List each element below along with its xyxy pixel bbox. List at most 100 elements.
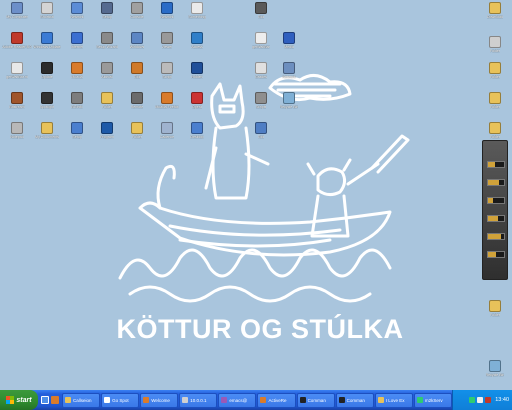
desktop-icon[interactable]: Recycle Bin — [480, 360, 510, 390]
desktop-icon[interactable]: Folder — [92, 92, 122, 124]
desktop-icon-label: Folder — [131, 135, 143, 139]
app-icon — [161, 92, 173, 104]
task-button[interactable]: Go Spot — [101, 392, 140, 408]
desktop-icon-label: Setup Wizard — [96, 45, 118, 49]
desktop-icon-label: Spotlight — [40, 105, 54, 109]
desktop-icon[interactable]: Aktivist — [92, 62, 122, 94]
desktop-icon[interactable]: Program — [92, 122, 122, 154]
desktop-icon[interactable]: Adobe Reader 8.0 — [2, 32, 32, 64]
desktop-icon[interactable]: Spotlight — [32, 92, 62, 124]
app-icon — [255, 2, 267, 14]
desktop-icon[interactable]: Network — [274, 62, 304, 94]
task-label: m2kServ — [424, 397, 443, 403]
app-icon — [191, 62, 203, 74]
desktop-icon[interactable]: Setup — [62, 122, 92, 154]
app-icon — [191, 92, 203, 104]
desktop-icon-label: Recycle Bin — [485, 373, 505, 377]
task-app-icon — [338, 397, 345, 403]
desktop-icon-label: Update — [41, 75, 53, 79]
network-icon[interactable] — [469, 397, 476, 403]
task-button[interactable]: m2kServ — [413, 392, 452, 408]
desktop-icon[interactable]: Folder — [480, 300, 510, 332]
task-button[interactable]: Welcome — [140, 392, 179, 408]
security-icon[interactable] — [485, 397, 492, 403]
desktop-icon[interactable]: Update — [32, 62, 62, 94]
desktop-icon-label: getWaitBar — [252, 45, 270, 49]
desktop-icon-label: Tool — [257, 15, 265, 19]
show-desktop-icon[interactable] — [41, 396, 49, 404]
desktop-icon[interactable]: Grades — [246, 62, 276, 94]
desktop-icon[interactable]: Tool — [246, 122, 276, 154]
desktop-icon[interactable]: Bitstream — [2, 92, 32, 124]
desktop-icon[interactable]: Download — [480, 2, 510, 34]
desktop-icon[interactable]: Access — [182, 32, 212, 64]
task-button[interactable]: Comman — [296, 392, 335, 408]
sidebar-gadget[interactable] — [482, 140, 508, 280]
app-icon — [41, 62, 53, 74]
task-app-icon — [299, 397, 306, 403]
gadget-meter — [487, 215, 505, 222]
task-button[interactable]: ActiveRe — [257, 392, 296, 408]
task-button[interactable]: I Love Ex — [374, 392, 413, 408]
desktop-icon[interactable]: Console — [122, 2, 152, 34]
app-icon — [41, 32, 53, 44]
desktop-icon[interactable]: My Documents — [32, 122, 62, 154]
app-icon — [41, 2, 53, 14]
desktop-icon[interactable]: Cadence — [152, 122, 182, 154]
app-icon — [131, 2, 143, 14]
gadget-meter-fill — [488, 180, 500, 185]
volume-icon[interactable] — [477, 397, 484, 403]
app-icon — [161, 62, 173, 74]
task-button[interactable]: Callseion — [62, 392, 101, 408]
start-button[interactable]: start — [0, 390, 38, 410]
task-app-icon — [416, 397, 423, 403]
desktop-icon[interactable]: Folder — [480, 92, 510, 124]
desktop-icon[interactable]: Network — [62, 2, 92, 34]
desktop-icon[interactable]: Tool — [246, 2, 276, 34]
desktop-icon-label: My Computer — [6, 15, 28, 19]
desktop-icon[interactable]: getWaitBar — [246, 32, 276, 64]
desktop-icon[interactable]: Internet — [62, 32, 92, 64]
task-button[interactable]: Comman — [335, 392, 374, 408]
desktop-icon[interactable]: Recycle Bin — [274, 92, 304, 124]
desktop-icon-label: Console — [130, 15, 144, 19]
desktop-icon[interactable]: Tool — [122, 62, 152, 94]
desktop-icon[interactable]: Mozilla Firefox — [152, 92, 182, 124]
desktop-icon[interactable]: Script — [152, 62, 182, 94]
task-button[interactable]: emacs@ — [218, 392, 257, 408]
desktop-icon[interactable]: Media — [274, 32, 304, 64]
taskbar: start Callseion Go Spot Welcome 10.0.0.1 ema… — [0, 390, 512, 410]
desktop-icon[interactable]: getWaitBar.m — [2, 62, 32, 94]
desktop-icon[interactable]: My Computer — [2, 2, 32, 34]
desktop-icon-label: Network — [70, 15, 84, 19]
desktop-icon[interactable]: Scripts — [246, 92, 276, 124]
folder-icon — [489, 300, 501, 312]
desktop-icon[interactable]: Opera — [182, 92, 212, 124]
desktop-icon-label: Download — [487, 15, 503, 19]
desktop-icon[interactable]: Network — [152, 2, 182, 34]
desktop-icon-label: Mozilla Firefox — [155, 105, 179, 109]
desktop-icon-label: Mozilla — [71, 75, 83, 79]
task-app-icon — [143, 397, 150, 403]
desktop-icon[interactable]: Viewer — [152, 32, 182, 64]
desktop-icon[interactable]: Remote — [122, 92, 152, 124]
desktop-icon[interactable]: Folder — [480, 62, 510, 94]
app-icon — [71, 92, 83, 104]
desktop-icon-label: Desktop — [190, 135, 204, 139]
desktop-icon[interactable]: Mozilla — [62, 62, 92, 94]
desktop-icon-label: BGInfo — [71, 105, 83, 109]
desktop-icon[interactable]: Shortcut — [32, 2, 62, 34]
desktop-icon[interactable]: Something — [182, 2, 212, 34]
desktop-icon[interactable]: Windows Update — [32, 32, 62, 64]
desktop-icon[interactable]: Windows — [122, 32, 152, 64]
gadget-meter — [487, 197, 505, 204]
desktop-icon[interactable]: Desktop — [182, 122, 212, 154]
desktop-icon[interactable]: Hidden — [182, 62, 212, 94]
desktop-icon[interactable]: BGInfo — [62, 92, 92, 124]
task-button[interactable]: 10.0.0.1 — [179, 392, 218, 408]
desktop-icon[interactable]: Folder — [122, 122, 152, 154]
desktop-icon[interactable]: Notepad — [2, 122, 32, 154]
desktop-icon[interactable]: Setup Wizard — [92, 32, 122, 64]
browser-icon[interactable] — [51, 396, 59, 404]
desktop-icon[interactable]: Setup — [92, 2, 122, 34]
